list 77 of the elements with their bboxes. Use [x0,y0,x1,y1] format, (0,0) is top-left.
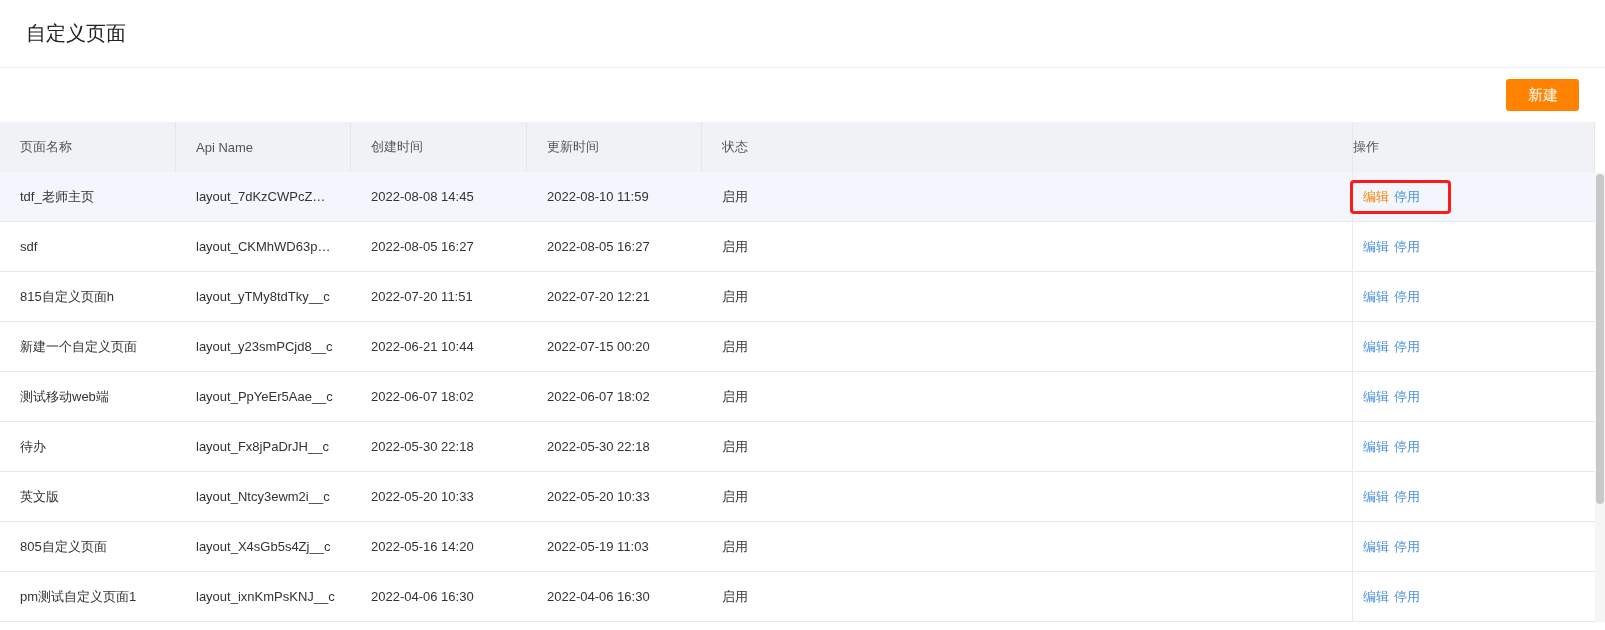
table-cell-text: 2022-06-07 18:02 [546,388,651,406]
table-cell-text: layout_PpYeEr5Aae__c [195,388,334,406]
table-cell-text: layout_Ntcy3ewm2i__c [195,488,331,506]
table-cell-text: layout_7dKzCWPcZ… [195,188,327,206]
disable-link[interactable]: 停用 [1394,337,1420,356]
table-cell-text: 启用 [721,337,749,356]
page-title: 自定义页面 [26,21,126,46]
table-cell-text: 启用 [721,387,749,406]
edit-link[interactable]: 编辑 [1363,287,1389,306]
table-cell-text: layout_ixnKmPsKNJ__c [195,588,336,606]
column-header: 状态 [721,138,749,156]
table-cell-text: 启用 [721,237,749,256]
table-cell-text: 新建一个自定义页面 [19,337,138,356]
disable-link[interactable]: 停用 [1394,437,1420,456]
disable-link[interactable]: 停用 [1394,187,1420,206]
table-row[interactable]: sdf layout_CKMhWD63p… 2022-08-05 16:27 2022-08-05 16:27 启用 编辑 停用 [0,222,1595,272]
table-cell-text: 2022-08-05 16:27 [370,238,475,256]
table-row[interactable]: 测试移动web端 layout_PpYeEr5Aae__c 2022-06-07 18:02 2022-06-07 18:02 启用 编辑 停用 [0,372,1595,422]
table-cell-text: pm测试自定义页面1 [19,587,138,606]
table-cell-text: 2022-08-10 11:59 [546,188,650,206]
table-cell-text: 启用 [721,287,749,306]
table-row[interactable]: 待办 layout_Fx8jPaDrJH__c 2022-05-30 22:18 2022-05-30 22:18 启用 编辑 停用 [0,422,1595,472]
table-cell-text: 2022-07-15 00:20 [546,338,651,356]
table-cell-text: 2022-05-19 11:03 [546,538,650,556]
table-cell-text: 启用 [721,587,749,606]
table-cell-text: 启用 [721,187,749,206]
table-row[interactable]: 805自定义页面 layout_X4sGb5s4Zj__c 2022-05-16 14:20 2022-05-19 11:03 启用 编辑 停用 [0,522,1595,572]
disable-link[interactable]: 停用 [1394,387,1420,406]
edit-link[interactable]: 编辑 [1363,237,1389,256]
table-cell-text: 815自定义页面h [19,287,115,306]
table-cell-text: layout_X4sGb5s4Zj__c [195,538,332,556]
table-cell-text: layout_CKMhWD63p… [195,238,332,256]
scrollbar-track[interactable] [1595,172,1605,622]
table-cell-text: layout_Fx8jPaDrJH__c [195,438,330,456]
table-cell-text: 测试移动web端 [19,387,110,406]
table-row[interactable]: tdf_老师主页 layout_7dKzCWPcZ… 2022-08-08 14:45 2022-08-10 11:59 启用 编辑 停用 [0,172,1595,222]
table-cell-text: 805自定义页面 [19,537,108,556]
disable-link[interactable]: 停用 [1394,537,1420,556]
edit-link[interactable]: 编辑 [1363,387,1389,406]
disable-link[interactable]: 停用 [1394,287,1420,306]
table-cell-text: 2022-05-30 22:18 [546,438,651,456]
table-cell-text: 2022-07-20 12:21 [546,288,651,306]
table-cell-text: 待办 [19,437,47,456]
disable-link[interactable]: 停用 [1394,487,1420,506]
edit-link[interactable]: 编辑 [1363,487,1389,506]
table-cell-text: 2022-04-06 16:30 [370,588,475,606]
table-row[interactable]: pm测试自定义页面1 layout_ixnKmPsKNJ__c 2022-04-06 16:30 2022-04-06 16:30 启用 编辑 停用 [0,572,1595,622]
table-cell-text: 2022-05-20 10:33 [370,488,475,506]
table-cell-text: layout_y23smPCjd8__c [195,338,334,356]
disable-link[interactable]: 停用 [1394,587,1420,606]
table-cell-text: 2022-05-30 22:18 [370,438,475,456]
table-cell-text: layout_yTMy8tdTky__c [195,288,331,306]
table-cell-text: 2022-08-08 14:45 [370,188,475,206]
table-cell-text: 2022-08-05 16:27 [546,238,651,256]
table-cell-text: 2022-05-16 14:20 [370,538,475,556]
table-cell-text: 启用 [721,437,749,456]
table-cell-text: 2022-05-20 10:33 [546,488,651,506]
edit-link[interactable]: 编辑 [1363,587,1389,606]
table-row[interactable]: 815自定义页面h layout_yTMy8tdTky__c 2022-07-20 11:51 2022-07-20 12:21 启用 编辑 停用 [0,272,1595,322]
scrollbar-thumb[interactable] [1596,174,1604,504]
disable-link[interactable]: 停用 [1394,237,1420,256]
table-cell-text: sdf [19,238,39,256]
edit-link[interactable]: 编辑 [1363,537,1389,556]
table-cell-text: 启用 [721,487,749,506]
table-cell-text: 2022-06-21 10:44 [370,338,475,356]
edit-link[interactable]: 编辑 [1363,337,1389,356]
table-cell-text: 2022-06-07 18:02 [370,388,475,406]
table-row[interactable]: 英文版 layout_Ntcy3ewm2i__c 2022-05-20 10:33 2022-05-20 10:33 启用 编辑 停用 [0,472,1595,522]
edit-link[interactable]: 编辑 [1363,437,1389,456]
table-row[interactable]: 新建一个自定义页面 layout_y23smPCjd8__c 2022-06-21 10:44 2022-07-15 00:20 启用 编辑 停用 [0,322,1595,372]
table-cell-text: tdf_老师主页 [19,187,95,206]
edit-link[interactable]: 编辑 [1363,187,1389,206]
table-cell-text: 启用 [721,537,749,556]
table-cell-text: 2022-04-06 16:30 [546,588,651,606]
table-cell-text: 英文版 [19,487,60,506]
new-button[interactable]: 新建 [1506,79,1579,111]
table-cell-text: 2022-07-20 11:51 [370,288,474,306]
